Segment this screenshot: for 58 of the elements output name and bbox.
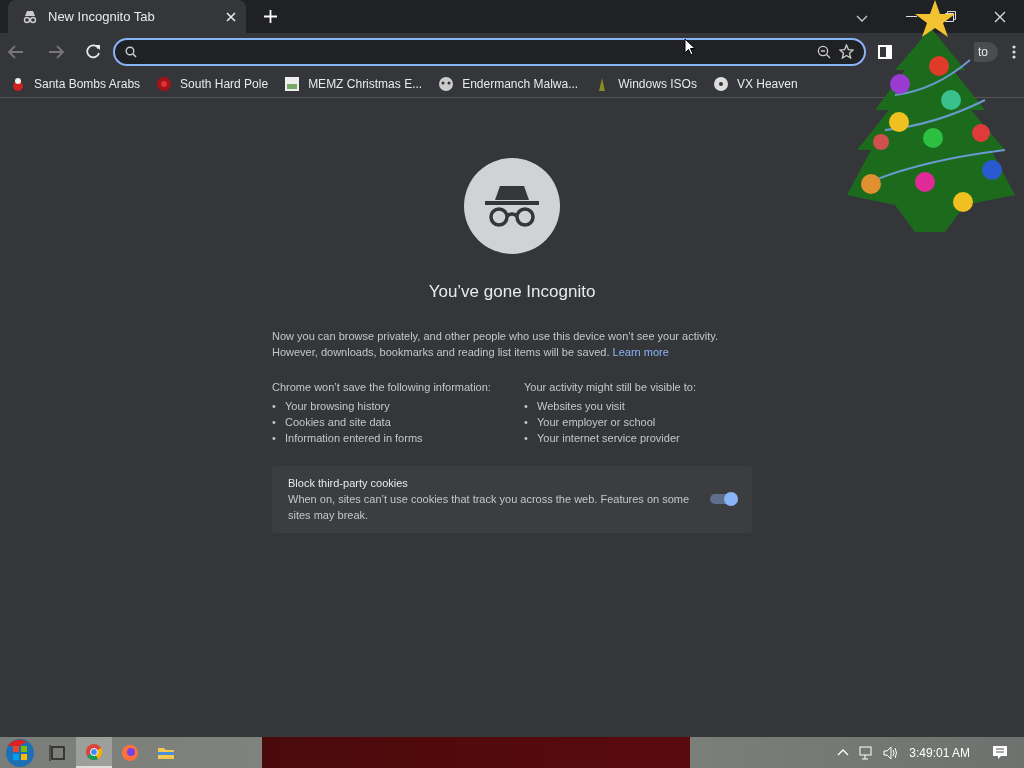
forward-arrow-icon[interactable] [48, 44, 64, 59]
intro-paragraph: Now you can browse privately, and other people who use this device won’t see your activity. However, downloads, bookmarks and reading list items will be saved. Learn more [272, 329, 719, 360]
task-view-icon [48, 742, 68, 763]
list-item: Your browsing history [285, 399, 390, 414]
bookmark[interactable]: Windows ISOs [594, 75, 697, 92]
list-item: Your internet service provider [537, 431, 680, 446]
close-icon[interactable] [226, 11, 236, 22]
bullet: • [524, 431, 529, 446]
card-title: Block third-party cookies [288, 476, 409, 491]
bullet: • [272, 415, 277, 430]
bullet: • [524, 399, 529, 414]
restore-icon[interactable] [945, 11, 956, 22]
column-heading: Chrome won’t save the following information: [272, 380, 492, 395]
taskbar-app[interactable] [76, 737, 112, 768]
clock[interactable]: 3:49:01 AM [909, 745, 970, 760]
face-icon [438, 75, 455, 92]
list-item: Cookies and site data [285, 415, 391, 430]
back-arrow-icon[interactable] [8, 44, 24, 59]
mouse-cursor-icon [684, 38, 696, 56]
side-panel-icon[interactable] [878, 44, 892, 59]
browser-tab[interactable]: New Incognito Tab [8, 0, 246, 33]
toggle-switch[interactable] [710, 494, 736, 504]
disk-icon [712, 75, 729, 92]
bookmark[interactable]: Santa Bombs Arabs [10, 75, 141, 92]
chrome-icon [84, 741, 104, 762]
bookmark[interactable]: VX Heaven [712, 75, 798, 92]
page-heading: You’ve gone Incognito [428, 282, 596, 302]
more-menu-icon[interactable] [1012, 44, 1016, 59]
star-icon[interactable] [839, 44, 854, 59]
tab-title: New Incognito Tab [48, 9, 156, 24]
speaker-icon[interactable] [883, 745, 900, 760]
learn-more-link[interactable]: Learn more [612, 346, 669, 358]
list-item: Your employer or school [537, 415, 656, 430]
page-icon [284, 75, 301, 92]
santa-icon [10, 75, 26, 92]
bookmark[interactable]: Endermanch Malwa... [438, 75, 579, 92]
search-icon [125, 45, 137, 58]
reload-icon[interactable] [86, 44, 101, 59]
ball-icon [156, 75, 173, 92]
profile-chip[interactable]: to [974, 41, 998, 62]
bookmark[interactable]: MEMZ Christmas E... [284, 75, 423, 92]
card-description: When on, sites can’t use cookies that track you across the web. Features on some sites may break. [288, 492, 691, 523]
list-item: Websites you visit [537, 399, 625, 414]
new-tab-icon[interactable] [264, 10, 277, 23]
notification-icon[interactable] [992, 745, 1008, 760]
chevron-down-icon[interactable] [856, 15, 868, 22]
start-orb-icon[interactable] [5, 737, 35, 768]
close-icon[interactable] [994, 11, 1006, 23]
column-heading: Your activity might still be visible to: [524, 380, 697, 395]
firefox-icon [120, 742, 140, 763]
bullet: • [272, 431, 277, 446]
bookmark[interactable]: South Hard Pole [156, 75, 269, 92]
zoom-out-icon[interactable] [817, 44, 831, 59]
bullet: • [524, 415, 529, 430]
list-item: Information entered in forms [285, 431, 423, 446]
incognito-icon [22, 9, 38, 24]
chevron-up-icon[interactable] [837, 749, 850, 756]
bullet: • [272, 399, 277, 414]
